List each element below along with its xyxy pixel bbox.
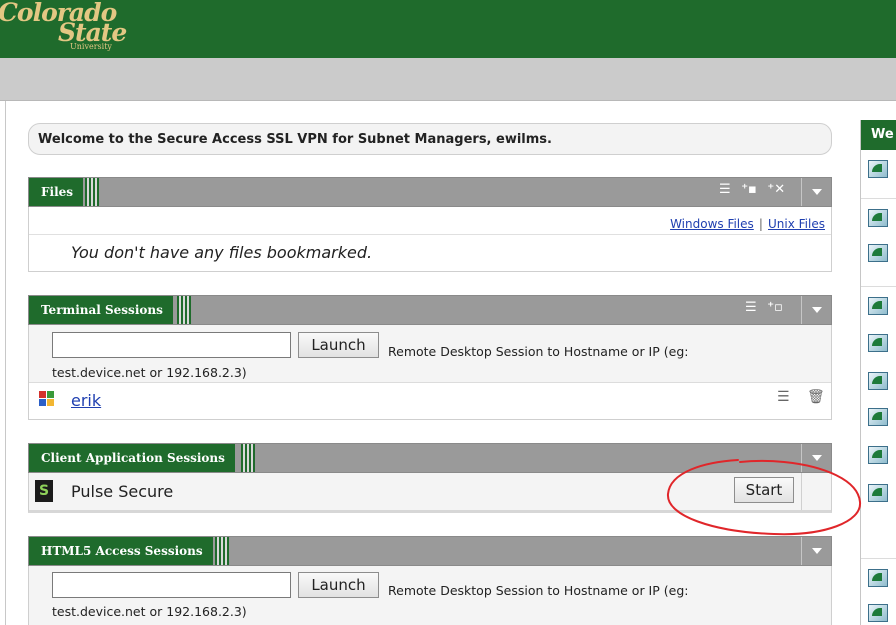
right-panel-title: We xyxy=(861,120,896,150)
windows-files-link[interactable]: Windows Files xyxy=(670,217,754,231)
add-bookmark-icon[interactable]: ⁺▪ xyxy=(741,182,757,197)
files-panel-body: Windows Files | Unix Files You don't hav… xyxy=(28,207,832,272)
delete-bookmark-icon[interactable]: ⁺✕ xyxy=(767,182,785,197)
right-divider xyxy=(861,198,896,199)
web-bookmark-icon[interactable] xyxy=(868,209,888,227)
files-panel-title: Files xyxy=(29,178,84,206)
files-empty-message: You don't have any files bookmarked. xyxy=(71,243,373,262)
terminal-panel-body: Launch Remote Desktop Session to Hostnam… xyxy=(28,325,832,420)
html5-panel-body: Launch Remote Desktop Session to Hostnam… xyxy=(28,566,832,625)
web-bookmark-icon[interactable] xyxy=(868,160,888,178)
unix-files-link[interactable]: Unix Files xyxy=(768,217,825,231)
web-bookmark-icon[interactable] xyxy=(868,334,888,352)
list-view-icon[interactable]: ☰ xyxy=(745,300,757,315)
terminal-panel-header: Terminal Sessions ☰ ⁺▫ xyxy=(28,295,832,325)
web-bookmark-icon[interactable] xyxy=(868,484,888,502)
html5-panel-collapse-icon[interactable] xyxy=(801,537,832,565)
right-divider xyxy=(861,558,896,559)
terminal-panel-collapse-icon[interactable] xyxy=(801,296,832,324)
links-separator: | xyxy=(758,217,763,231)
web-bookmark-icon[interactable] xyxy=(868,446,888,464)
left-divider xyxy=(5,101,6,625)
client-apps-panel-grip[interactable] xyxy=(241,444,255,472)
web-bookmark-icon[interactable] xyxy=(868,372,888,390)
pulse-secure-label: Pulse Secure xyxy=(71,482,174,501)
bookmark-erik-link[interactable]: erik xyxy=(71,391,101,410)
web-bookmark-icon[interactable] xyxy=(868,244,888,262)
files-links-row: Windows Files | Unix Files xyxy=(29,207,831,235)
right-divider xyxy=(861,286,896,287)
html5-panel-title: HTML5 Access Sessions xyxy=(29,537,213,565)
files-panel-header: Files ☰ ⁺▪ ⁺✕ xyxy=(28,177,832,207)
web-bookmark-icon[interactable] xyxy=(868,604,888,622)
web-bookmark-icon[interactable] xyxy=(868,569,888,587)
html5-panel-grip[interactable] xyxy=(215,537,229,565)
client-apps-panel-title: Client Application Sessions xyxy=(29,444,235,472)
logo-university: University xyxy=(70,42,112,51)
toolbar-strip xyxy=(0,58,896,101)
terminal-description: Remote Desktop Session to Hostname or IP… xyxy=(52,344,689,380)
pulse-secure-icon: S xyxy=(35,480,53,502)
web-bookmark-icon[interactable] xyxy=(868,297,888,315)
add-session-icon[interactable]: ⁺▫ xyxy=(767,300,783,315)
list-view-icon[interactable]: ☰ xyxy=(719,182,731,197)
red-annotation-circle xyxy=(666,459,862,536)
welcome-banner: Welcome to the Secure Access SSL VPN for… xyxy=(28,123,832,155)
html5-panel-header: HTML5 Access Sessions xyxy=(28,536,832,566)
terminal-panel-title: Terminal Sessions xyxy=(29,296,173,324)
html5-description: Remote Desktop Session to Hostname or IP… xyxy=(52,583,689,619)
welcome-text: Welcome to the Secure Access SSL VPN for… xyxy=(38,132,552,147)
csu-logo[interactable]: Colorado State University xyxy=(0,0,140,58)
bookmark-details-icon[interactable]: ☰ xyxy=(777,389,790,405)
files-panel-grip[interactable] xyxy=(85,178,99,206)
web-bookmark-icon[interactable] xyxy=(868,408,888,426)
terminal-panel-grip[interactable] xyxy=(177,296,191,324)
files-panel-collapse-icon[interactable] xyxy=(801,178,832,206)
remote-desktop-icon xyxy=(39,391,55,407)
trash-icon[interactable]: 🗑 xyxy=(807,389,825,405)
